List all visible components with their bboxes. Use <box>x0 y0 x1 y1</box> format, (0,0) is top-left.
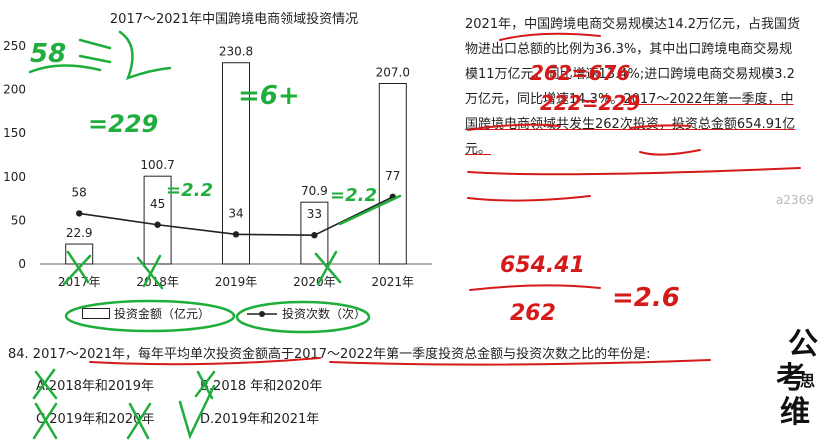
bar-value-label: 70.9 <box>301 184 328 198</box>
handwriting-note-8: 654.41 <box>500 253 585 278</box>
line-point <box>76 210 83 217</box>
y-tick-label: 150 <box>3 126 26 140</box>
option-a[interactable]: A.2018年和2019年 <box>36 375 154 394</box>
legend-item-count: 投资次数（次） <box>246 305 366 322</box>
x-tick-label: 2017年 <box>58 275 101 289</box>
handwriting-note-9: 262 <box>510 301 556 326</box>
legend-item-amount: 投资金额（亿元） <box>82 305 210 322</box>
watermark-id: a2369 <box>776 193 814 207</box>
bar <box>65 243 94 265</box>
line-value-label: 45 <box>150 197 165 211</box>
bar-value-label: 230.8 <box>219 45 253 59</box>
x-tick-label: 2019年 <box>215 275 258 289</box>
y-tick-label: 200 <box>3 83 26 97</box>
line-value-label: 77 <box>385 169 400 183</box>
line-point <box>232 231 240 238</box>
bar-value-label: 207.0 <box>376 65 410 79</box>
x-axis: 2017年 2018年 2019年 2020年 2021年 <box>40 263 432 289</box>
bar <box>143 175 172 265</box>
y-axis: 0 50 100 150 200 250 <box>3 39 26 271</box>
bar-series: 22.9 100.7 230.8 70.9 207.0 <box>65 45 410 265</box>
x-tick-label: 2018年 <box>136 275 179 289</box>
legend-swatch-line <box>247 310 277 317</box>
line-point <box>389 193 396 201</box>
investment-chart: 2017～2021年中国跨境电商领域投资情况 0 50 100 150 200 250 2… <box>3 11 432 289</box>
y-tick-label: 50 <box>11 213 26 227</box>
handwriting-note-10: =2.6 <box>612 283 680 313</box>
legend-label-amount: 投资金额（亿元） <box>114 307 211 321</box>
material-paragraph: 2021年，中国跨境电商交易规模达14.2万亿元，占我国货物进出口总额的比例为3… <box>465 12 805 162</box>
x-tick-label: 2020年 <box>293 275 336 289</box>
option-c[interactable]: C.2019年和2020年 <box>36 408 154 427</box>
chart-title: 2017～2021年中国跨境电商领域投资情况 <box>110 11 358 27</box>
line-point <box>154 221 161 228</box>
legend-label-count: 投资次数（次） <box>282 307 367 321</box>
option-d[interactable]: D.2019年和2021年 <box>200 408 319 427</box>
line-value-label: 58 <box>72 185 87 199</box>
question-stem: 84. 2017～2021年，每年平均单次投资金额高于2017～2022年第一季… <box>8 347 651 362</box>
bar-value-label: 100.7 <box>140 158 174 172</box>
y-tick-label: 0 <box>18 257 26 271</box>
line-value-label: 34 <box>228 206 243 220</box>
legend-swatch-bar <box>82 308 110 319</box>
x-tick-label: 2021年 <box>372 275 415 289</box>
y-tick-label: 250 <box>3 39 26 53</box>
bar-value-label: 22.9 <box>66 226 93 240</box>
y-tick-label: 100 <box>3 170 26 184</box>
line-point <box>311 232 318 239</box>
line-value-label: 33 <box>307 207 322 221</box>
brand-logo: 公 考 思 维 <box>776 327 818 430</box>
option-b[interactable]: B.2018 年和2020年 <box>200 375 322 394</box>
